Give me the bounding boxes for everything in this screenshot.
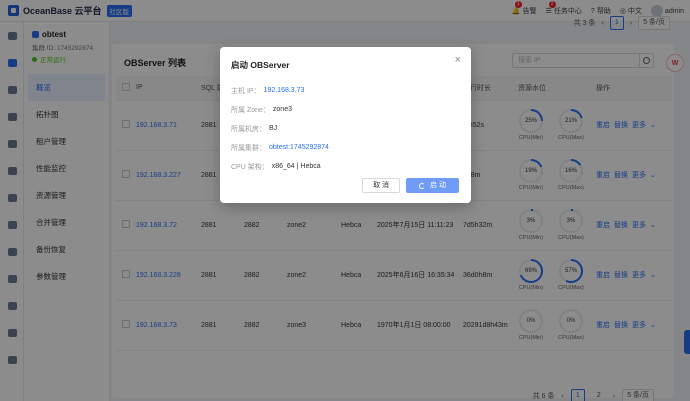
cancel-button[interactable]: 取 消 [362,178,401,193]
start-button-label: 启 动 [430,182,446,189]
modal-body: 主机 IP： 192.168.3.73 所属 Zone： zone3 所属机房：… [231,81,461,176]
modal-row-cpu-arch: CPU 架构： x86_64 | Hebca [231,157,461,176]
modal-row-cluster: 所属集群： obtest:1745292874 [231,138,461,157]
idc-value: BJ [269,125,278,132]
modal-footer: 取 消 启 动 [362,178,459,193]
start-button[interactable]: 启 动 [406,178,459,193]
idc-label: 所属机房： [231,125,266,133]
cluster-value[interactable]: obtest:1745292874 [269,144,329,151]
cluster-label: 所属集群： [231,144,266,152]
cpu-arch-value: x86_64 | Hebca [271,163,321,170]
modal-row-host-ip: 主机 IP： 192.168.3.73 [231,81,461,100]
zone-label: 所属 Zone： [231,106,270,114]
start-observer-modal: 启动 OBServer × 主机 IP： 192.168.3.73 所属 Zon… [220,47,471,203]
close-icon[interactable]: × [455,55,461,66]
host-ip-value[interactable]: 192.168.3.73 [264,87,305,94]
cpu-arch-label: CPU 架构： [231,163,269,171]
modal-row-zone: 所属 Zone： zone3 [231,100,461,119]
modal-row-idc: 所属机房： BJ [231,119,461,138]
zone-value: zone3 [272,106,292,113]
host-ip-label: 主机 IP： [231,87,261,95]
modal-title: 启动 OBServer [231,60,290,70]
loading-spinner-icon [419,182,426,189]
